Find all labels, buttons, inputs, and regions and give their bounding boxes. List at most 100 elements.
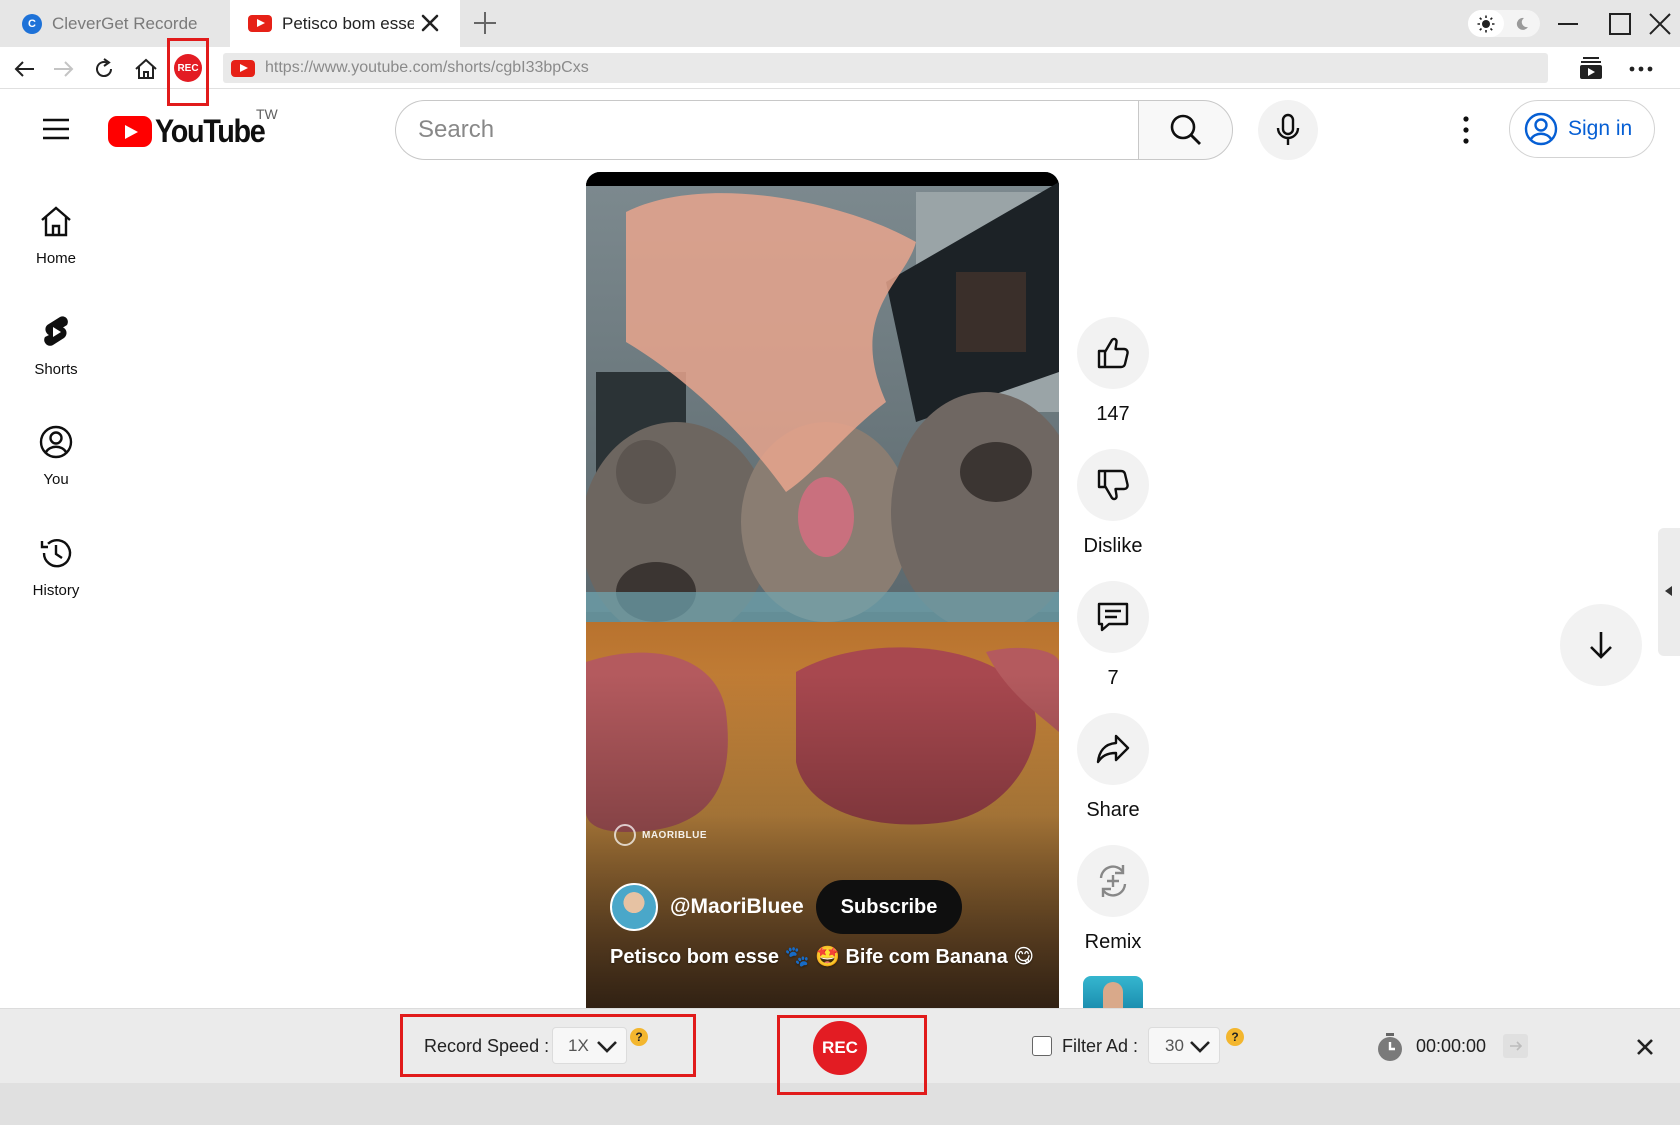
youtube-logo[interactable]: YouTube: [108, 113, 277, 150]
highlight-box-rec-toolbar: [167, 38, 209, 106]
thumbs-up-icon: [1097, 337, 1129, 369]
home-icon[interactable]: [133, 56, 159, 82]
search-input[interactable]: Search: [395, 100, 1139, 160]
browser-tab-strip: C CleverGet Recorde Petisco bom esse 🐾🤩 …: [0, 0, 1680, 47]
history-icon: [40, 539, 72, 568]
comments-button[interactable]: [1077, 581, 1149, 653]
channel-watermark: MAORIBLUE: [614, 824, 707, 846]
new-tab-icon[interactable]: [472, 10, 498, 36]
thumbs-down-icon: [1097, 469, 1129, 501]
nav-label: History: [32, 582, 80, 599]
side-panel-toggle[interactable]: [1658, 528, 1680, 656]
channel-avatar[interactable]: [610, 883, 658, 931]
dislike-action: Dislike: [1077, 449, 1149, 558]
comments-action: 7: [1077, 581, 1149, 690]
like-button[interactable]: [1077, 317, 1149, 389]
media-library-icon[interactable]: [1578, 55, 1604, 81]
share-label: Share: [1086, 799, 1140, 821]
arrow-right-icon: [1509, 1041, 1522, 1051]
close-window-icon[interactable]: [1646, 10, 1674, 38]
remix-button[interactable]: [1077, 845, 1149, 917]
region-code: TW: [256, 106, 278, 122]
maximize-icon[interactable]: [1606, 10, 1634, 38]
short-video-player[interactable]: MAORIBLUE @MaoriBluee Subscribe Petisco …: [586, 172, 1059, 1008]
you-icon: [39, 425, 73, 459]
nav-item-shorts[interactable]: Shorts: [0, 314, 112, 404]
timer-icon: [1378, 1033, 1402, 1061]
reload-icon[interactable]: [91, 56, 117, 82]
filter-ad-value: 30: [1165, 1035, 1184, 1055]
nav-item-history[interactable]: History: [0, 535, 112, 625]
settings-kebab-icon[interactable]: [1452, 114, 1480, 146]
watermark-text: MAORIBLUE: [642, 829, 708, 841]
watermark-logo-icon: [614, 824, 636, 846]
filter-ad-select[interactable]: 30: [1148, 1027, 1220, 1064]
filter-ad-help-icon[interactable]: ?: [1226, 1028, 1244, 1046]
like-action: 147: [1077, 317, 1149, 426]
shorts-icon: [44, 316, 68, 346]
forward-arrow-icon[interactable]: [50, 56, 76, 82]
home-icon: [41, 206, 71, 237]
remix-action: Remix: [1077, 845, 1149, 954]
arrow-down-icon: [1590, 632, 1612, 659]
subscribe-button[interactable]: Subscribe: [815, 880, 963, 934]
filter-ad-checkbox[interactable]: [1032, 1036, 1052, 1056]
more-options-icon[interactable]: [1628, 56, 1654, 82]
share-action: Share: [1077, 713, 1149, 822]
chevron-down-icon: [1190, 1041, 1210, 1053]
record-speed-select[interactable]: 1X: [552, 1027, 627, 1064]
back-arrow-icon[interactable]: [12, 56, 38, 82]
record-speed-help-icon[interactable]: ?: [630, 1028, 648, 1046]
next-video-button[interactable]: [1560, 604, 1642, 686]
like-count: 147: [1096, 403, 1130, 425]
share-button[interactable]: [1077, 713, 1149, 785]
youtube-icon: [248, 15, 272, 32]
search-button[interactable]: [1138, 100, 1233, 160]
export-button[interactable]: [1503, 1034, 1528, 1058]
tab-youtube-short[interactable]: Petisco bom esse 🐾🤩 Bife com Banana: [230, 0, 460, 47]
url-text: https://www.youtube.com/shorts/cgbI33bpC…: [265, 59, 589, 76]
youtube-logo-text: YouTube: [155, 113, 266, 149]
hamburger-menu-icon[interactable]: [42, 117, 70, 141]
search-icon: [1170, 114, 1201, 145]
microphone-icon: [1276, 113, 1300, 145]
remix-label: Remix: [1084, 931, 1142, 953]
dislike-button[interactable]: [1077, 449, 1149, 521]
sun-icon[interactable]: [1468, 10, 1504, 37]
sign-in-button[interactable]: Sign in: [1509, 100, 1655, 158]
tab-label: Petisco bom esse 🐾🤩 Bife com Banana: [282, 13, 414, 33]
youtube-icon: [231, 59, 255, 77]
youtube-logo-icon: [108, 116, 152, 147]
share-icon: [1096, 734, 1130, 764]
remix-icon: [1099, 865, 1127, 897]
moon-icon[interactable]: [1504, 10, 1540, 37]
channel-row: @MaoriBluee Subscribe: [610, 880, 963, 934]
nav-label: Home: [35, 250, 76, 267]
channel-name[interactable]: @MaoriBluee: [670, 895, 804, 919]
voice-search-button[interactable]: [1258, 100, 1318, 160]
cleverget-icon: C: [22, 13, 42, 34]
record-speed-label: Record Speed :: [424, 1036, 550, 1056]
record-speed-value: 1X: [568, 1035, 589, 1055]
nav-item-you[interactable]: You: [0, 424, 112, 514]
theme-toggle[interactable]: [1468, 10, 1540, 37]
comment-count: 7: [1107, 667, 1119, 689]
close-tab-icon[interactable]: [418, 11, 442, 35]
sign-in-label: Sign in: [1568, 117, 1633, 140]
browser-toolbar: REC https://www.youtube.com/shorts/cgbI3…: [0, 47, 1680, 89]
tab-label: CleverGet Recorde: [52, 13, 198, 33]
minimize-icon[interactable]: [1554, 10, 1582, 38]
nav-label: Shorts: [34, 361, 78, 378]
filter-ad-label: Filter Ad :: [1062, 1036, 1139, 1056]
sound-thumbnail[interactable]: [1083, 976, 1143, 1008]
rec-button[interactable]: REC: [813, 1021, 867, 1075]
nav-label: You: [43, 471, 69, 488]
dislike-label: Dislike: [1083, 535, 1143, 557]
comment-icon: [1097, 602, 1129, 632]
short-caption[interactable]: Petisco bom esse 🐾 🤩 Bife com Banana 😋: [610, 942, 1040, 972]
account-icon: [1524, 112, 1558, 146]
nav-item-home[interactable]: Home: [0, 203, 112, 293]
address-bar[interactable]: https://www.youtube.com/shorts/cgbI33bpC…: [223, 53, 1548, 83]
close-recorder-icon[interactable]: [1634, 1036, 1656, 1058]
record-timer: 00:00:00: [1416, 1036, 1487, 1056]
